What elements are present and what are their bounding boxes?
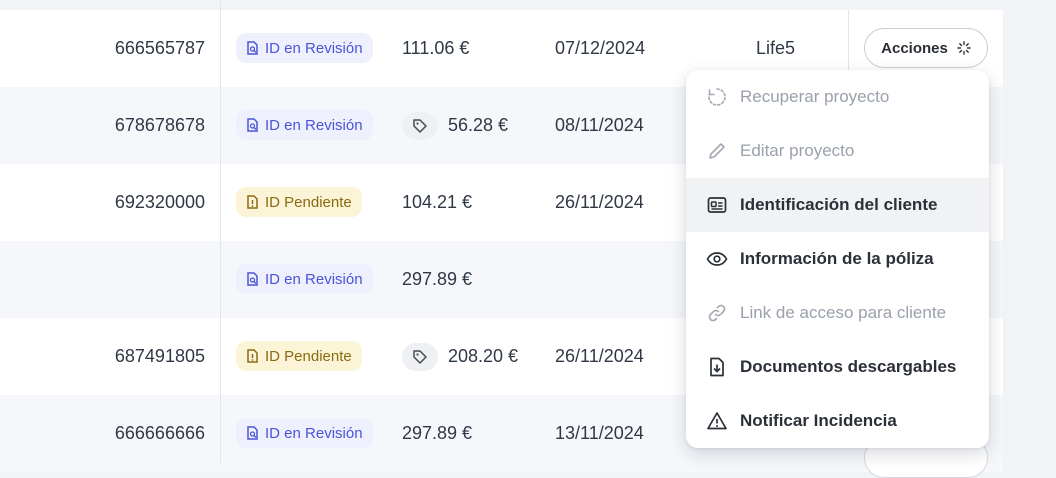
price-cell: 208.20 € (402, 318, 518, 395)
phone-cell: 666666666 (114, 423, 205, 443)
status-badge: ID en Revisión (236, 33, 373, 63)
actions-dropdown-menu: Recuperar proyecto Editar proyecto Ident… (686, 70, 989, 448)
warning-icon (707, 412, 727, 430)
status-badge-label: ID Pendiente (265, 193, 352, 211)
actions-button[interactable]: Acciones (864, 28, 988, 68)
price-cell: 104.21 € (402, 164, 472, 241)
price-value: 56.28 € (448, 115, 509, 135)
date-cell: 07/12/2024 (555, 38, 646, 58)
phone-cell: 692320000 (114, 192, 205, 212)
date-cell: 13/11/2024 (555, 423, 644, 443)
status-badge-label: ID en Revisión (265, 39, 363, 57)
date-cell: 26/11/2024 (555, 192, 644, 212)
id-review-icon (247, 117, 258, 132)
phone-cell: 687491805 (114, 346, 205, 366)
download-file-icon (710, 357, 724, 377)
menu-item-label: Documentos descargables (740, 357, 957, 376)
menu-item-recover-project[interactable]: Recuperar proyecto (686, 70, 989, 124)
price-value: 297.89 € (402, 269, 473, 289)
menu-item-label: Identificación del cliente (740, 195, 938, 214)
menu-item-downloadable-documents[interactable]: Documentos descargables (686, 340, 989, 394)
price-value: 208.20 € (448, 346, 519, 366)
actions-button-label: Acciones (881, 39, 948, 57)
phone-cell: 678678678 (114, 115, 205, 135)
status-badge: ID en Revisión (236, 110, 373, 140)
menu-item-policy-information[interactable]: Información de la póliza (686, 232, 989, 286)
status-badge-label: ID en Revisión (265, 424, 363, 442)
price-cell: 297.89 € (402, 395, 472, 472)
table-top-strip (0, 0, 1003, 10)
menu-item-label: Información de la póliza (740, 249, 934, 268)
menu-item-client-identification[interactable]: Identificación del cliente (686, 178, 989, 232)
status-badge: ID en Revisión (236, 418, 373, 448)
date-cell: 08/11/2024 (555, 115, 644, 135)
menu-item-label: Editar proyecto (740, 141, 855, 160)
menu-item-label: Recuperar proyecto (740, 87, 890, 106)
discount-tag-icon (402, 111, 438, 140)
discount-tag-icon (402, 342, 438, 371)
column-divider (220, 0, 221, 463)
status-badge: ID Pendiente (236, 341, 362, 371)
id-review-icon (247, 40, 258, 55)
menu-item-report-incident[interactable]: Notificar Incidencia (686, 394, 989, 448)
status-badge: ID Pendiente (236, 187, 362, 217)
pencil-icon (709, 143, 725, 159)
menu-item-label: Link de acceso para cliente (740, 303, 947, 322)
loader-icon (957, 41, 971, 55)
refresh-icon (708, 88, 726, 106)
price-cell: 56.28 € (402, 87, 508, 164)
phone-cell: 666565787 (114, 38, 205, 58)
id-review-icon (247, 271, 258, 286)
id-pending-icon (247, 348, 258, 363)
id-card-icon (707, 197, 727, 213)
price-value: 104.21 € (402, 192, 473, 212)
date-cell: 26/11/2024 (555, 346, 644, 366)
id-review-icon (247, 425, 258, 440)
menu-item-label: Notificar Incidencia (740, 411, 897, 430)
price-value: 297.89 € (402, 423, 473, 443)
id-pending-icon (247, 194, 258, 209)
price-cell: 111.06 € (402, 10, 469, 87)
status-badge-label: ID en Revisión (265, 270, 363, 288)
status-badge: ID en Revisión (236, 264, 373, 294)
link-icon (708, 304, 726, 322)
price-cell: 297.89 € (402, 241, 472, 318)
eye-icon (706, 252, 728, 266)
price-value: 111.06 € (402, 38, 470, 58)
menu-item-client-access-link[interactable]: Link de acceso para cliente (686, 286, 989, 340)
status-badge-label: ID en Revisión (265, 116, 363, 134)
status-badge-label: ID Pendiente (265, 347, 352, 365)
menu-item-edit-project[interactable]: Editar proyecto (686, 124, 989, 178)
